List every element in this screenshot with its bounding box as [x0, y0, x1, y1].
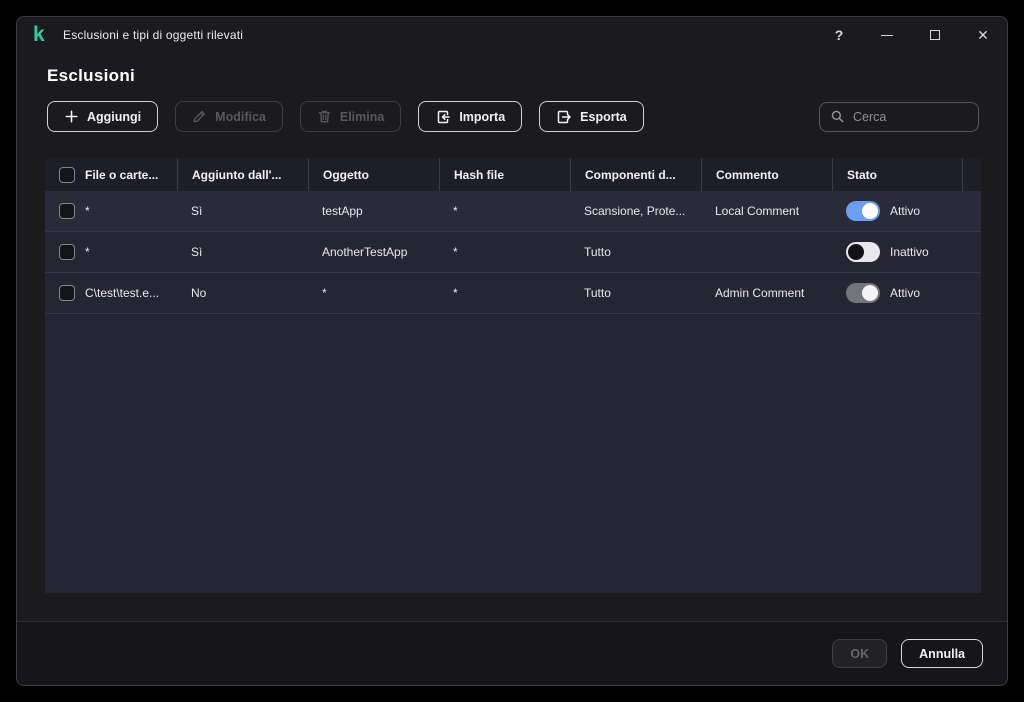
cell-file: * — [85, 204, 90, 218]
cell-added-by: No — [191, 286, 207, 300]
close-icon: ✕ — [977, 26, 989, 43]
cell-components: Tutto — [584, 286, 611, 300]
kaspersky-logo-icon: k — [33, 23, 45, 46]
cell-status: Attivo — [832, 191, 962, 231]
column-header-added-by[interactable]: Aggiunto dall'... — [177, 158, 308, 191]
column-header-file[interactable]: File o carte... — [85, 158, 177, 191]
status-label: Attivo — [890, 286, 921, 300]
row-checkbox-cell — [45, 191, 85, 231]
cancel-button[interactable]: Annulla — [901, 639, 983, 668]
close-button[interactable]: ✕ — [959, 17, 1007, 53]
status-toggle[interactable] — [846, 201, 880, 221]
status-toggle[interactable] — [846, 242, 880, 262]
cell-file: * — [85, 245, 90, 259]
search-icon — [830, 109, 845, 124]
minimize-button[interactable] — [863, 17, 911, 53]
toggle-knob — [848, 244, 864, 260]
title-bar: k Esclusioni e tipi di oggetti rilevati … — [17, 17, 1007, 53]
status-label: Inattivo — [890, 245, 929, 259]
import-button[interactable]: Importa — [418, 101, 523, 132]
table-row[interactable]: * Sì AnotherTestApp * Tutto Inattivo — [45, 232, 981, 273]
row-scrollbar-gutter — [962, 273, 981, 313]
export-icon — [556, 109, 572, 125]
ok-button[interactable]: OK — [832, 639, 888, 668]
export-button[interactable]: Esporta — [539, 101, 644, 132]
delete-button-label: Elimina — [339, 109, 385, 124]
status-label: Attivo — [890, 204, 921, 218]
row-checkbox[interactable] — [59, 244, 75, 260]
status-toggle[interactable] — [846, 283, 880, 303]
column-header-hash[interactable]: Hash file — [439, 158, 570, 191]
row-checkbox[interactable] — [59, 285, 75, 301]
cell-components: Scansione, Prote... — [584, 204, 686, 218]
add-button[interactable]: Aggiungi — [47, 101, 159, 132]
toggle-knob — [862, 203, 878, 219]
table-body: * Sì testApp * Scansione, Prote... Local Comm… — [45, 191, 981, 314]
trash-icon — [317, 109, 332, 124]
dialog-window: k Esclusioni e tipi di oggetti rilevati … — [16, 16, 1008, 686]
row-checkbox-cell — [45, 273, 85, 313]
pencil-icon — [192, 109, 207, 124]
dialog-footer: OK Annulla — [17, 621, 1007, 685]
cell-hash: * — [453, 286, 458, 300]
search-input[interactable] — [853, 109, 968, 124]
row-scrollbar-gutter — [962, 191, 981, 231]
plus-icon — [64, 109, 79, 124]
window-title: Esclusioni e tipi di oggetti rilevati — [63, 28, 244, 42]
exclusions-table: File o carte... Aggiunto dall'... Oggett… — [45, 158, 981, 593]
table-row[interactable]: C\test\test.e... No * * Tutto Admin Comment At… — [45, 273, 981, 314]
page-title: Esclusioni — [47, 66, 136, 85]
column-header-object[interactable]: Oggetto — [308, 158, 439, 191]
cell-object: * — [322, 286, 327, 300]
help-icon: ? — [834, 27, 844, 43]
select-all-checkbox[interactable] — [59, 166, 75, 183]
cell-hash: * — [453, 204, 458, 218]
column-header-components[interactable]: Componenti d... — [570, 158, 701, 191]
cell-status: Attivo — [832, 273, 962, 313]
edit-button[interactable]: Modifica — [175, 101, 283, 132]
table-row[interactable]: * Sì testApp * Scansione, Prote... Local Comm… — [45, 191, 981, 232]
cell-components: Tutto — [584, 245, 611, 259]
minimize-icon — [881, 34, 893, 36]
cell-status: Inattivo — [832, 232, 962, 272]
toolbar: Aggiungi Modifica Elimina Importa Esport… — [17, 101, 1007, 132]
delete-button[interactable]: Elimina — [299, 101, 402, 132]
cell-comment: Admin Comment — [715, 286, 805, 300]
row-checkbox[interactable] — [59, 203, 75, 219]
table-header: File o carte... Aggiunto dall'... Oggett… — [45, 158, 981, 191]
maximize-button[interactable] — [911, 17, 959, 53]
help-button[interactable]: ? — [815, 17, 863, 53]
export-button-label: Esporta — [580, 109, 627, 124]
cell-object: testApp — [322, 204, 363, 218]
header-checkbox-cell — [45, 158, 85, 191]
search-box — [819, 101, 979, 132]
cell-comment — [701, 232, 832, 272]
cell-added-by: Sì — [191, 245, 203, 259]
import-icon — [435, 109, 451, 125]
cell-object: AnotherTestApp — [322, 245, 408, 259]
edit-button-label: Modifica — [215, 109, 266, 124]
column-header-status[interactable]: Stato — [832, 158, 962, 191]
toggle-knob — [862, 285, 878, 301]
maximize-icon — [930, 30, 940, 40]
header-scrollbar-gutter — [962, 158, 981, 191]
import-button-label: Importa — [459, 109, 506, 124]
row-checkbox-cell — [45, 232, 85, 272]
cell-file: C\test\test.e... — [85, 286, 160, 300]
cell-comment: Local Comment — [715, 204, 800, 218]
add-button-label: Aggiungi — [87, 109, 142, 124]
window-controls: ? ✕ — [815, 17, 1007, 53]
row-scrollbar-gutter — [962, 232, 981, 272]
column-header-comment[interactable]: Commento — [701, 158, 832, 191]
cell-hash: * — [453, 245, 458, 259]
cell-added-by: Sì — [191, 204, 203, 218]
